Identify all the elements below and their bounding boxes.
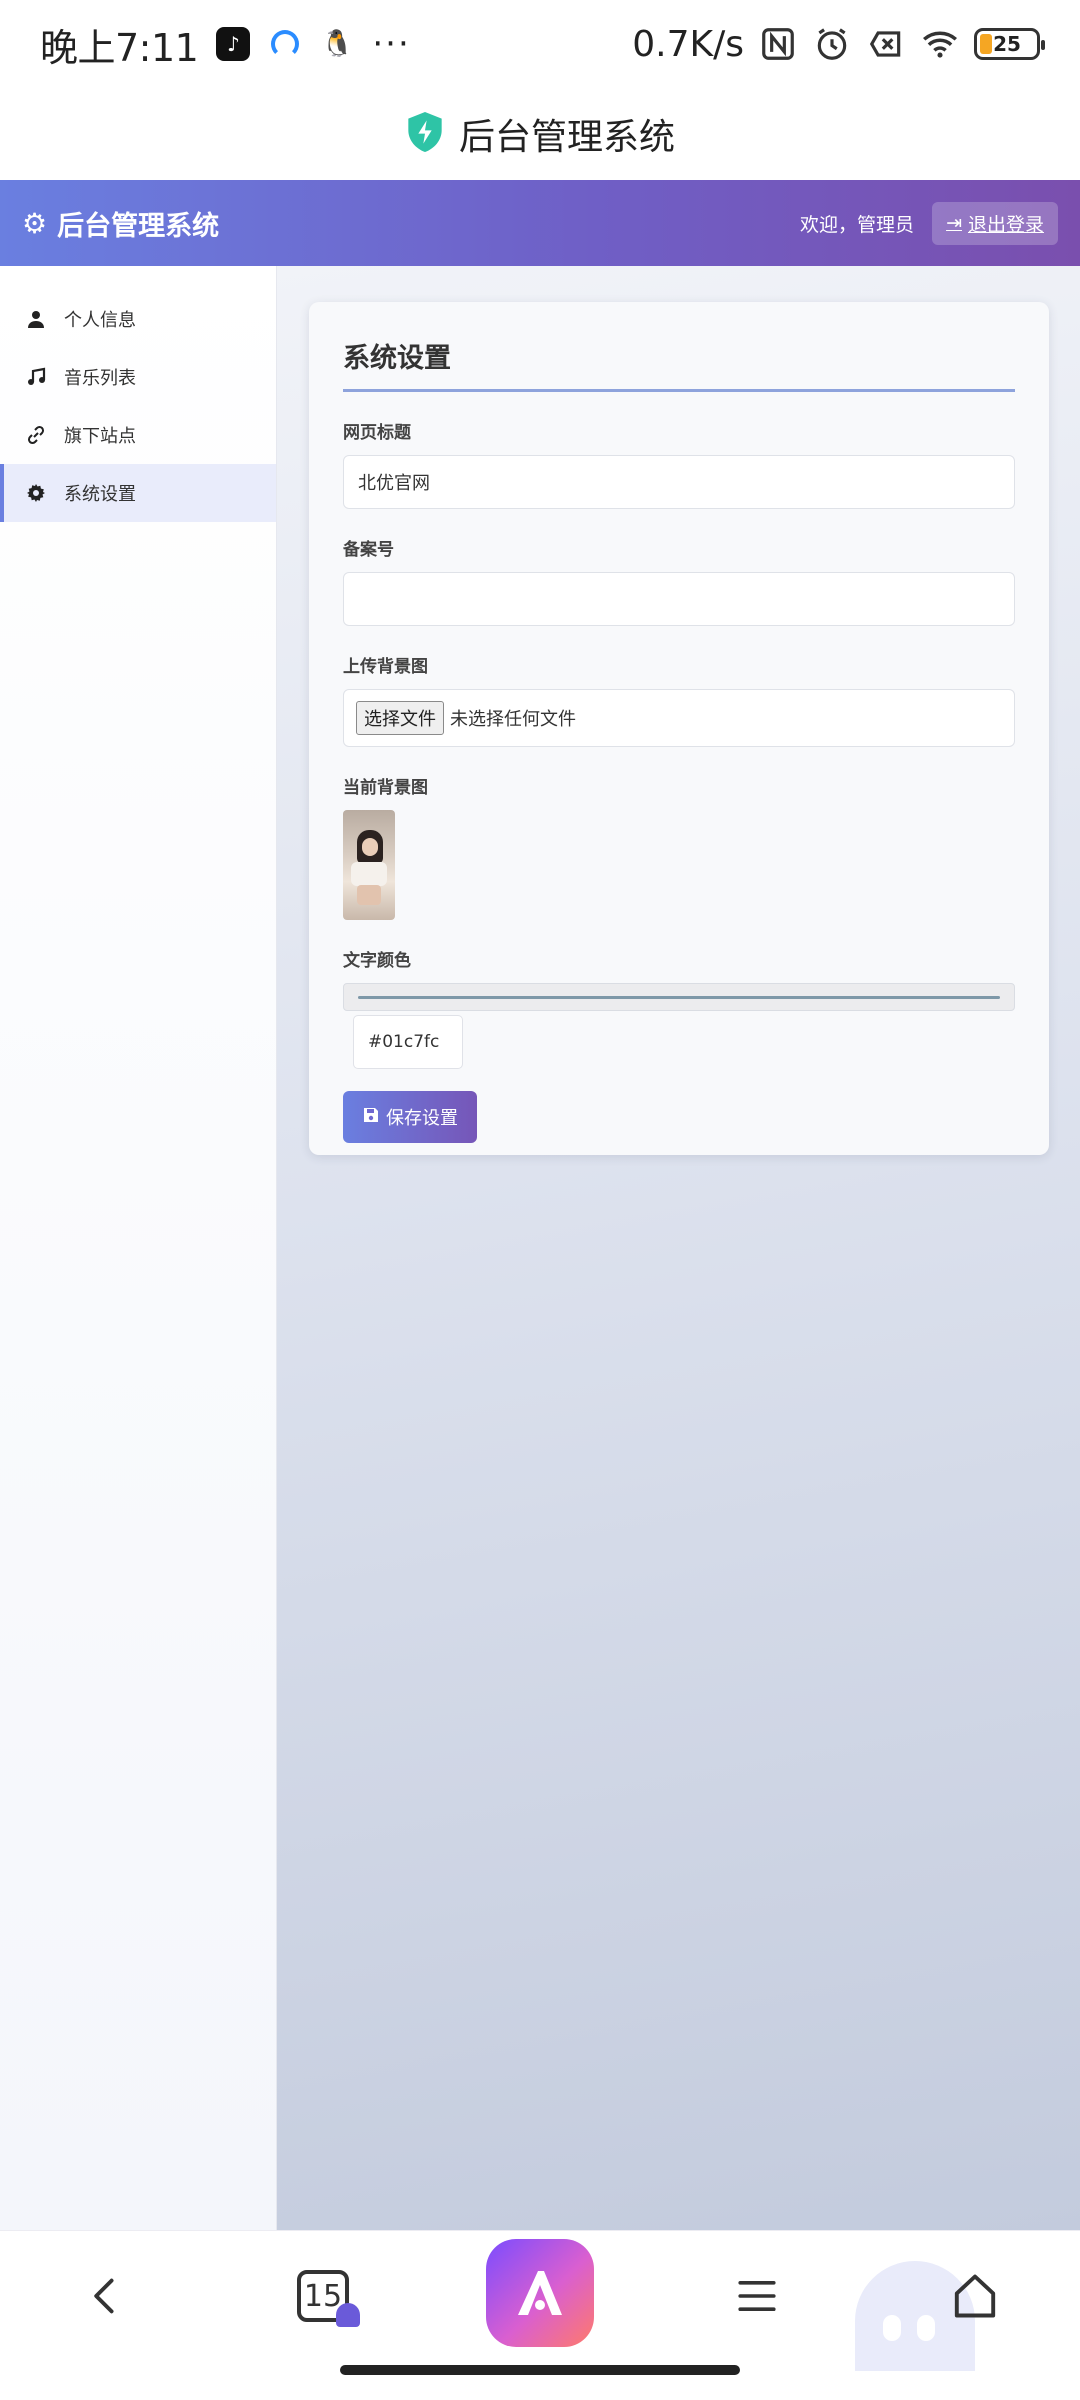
tiktok-icon: ♪ [216,27,251,61]
save-settings-button[interactable]: 保存设置 [343,1091,477,1143]
back-button[interactable] [70,2261,140,2331]
sidebar: 个人信息 音乐列表 旗下站点 系统设置 [0,266,277,2230]
app-logo-icon [518,2271,562,2315]
page-title-input[interactable]: 北优官网 [343,455,1015,509]
battery-icon: 25 [974,28,1045,60]
page-title: 后台管理系统 [458,117,675,158]
sidebar-item-profile[interactable]: 个人信息 [0,290,276,348]
save-icon [362,1106,380,1129]
chevron-left-icon [94,2278,114,2314]
network-speed: 0.7K/s [632,23,744,65]
brand: ⚙ 后台管理系统 [22,204,219,243]
shield-icon [405,110,445,158]
more-notifications-icon: ··· [372,24,411,64]
logout-button[interactable]: ⇥ 退出登录 [932,201,1058,245]
page-title-label: 网页标题 [343,423,411,443]
nfc-icon [758,24,798,64]
music-icon [26,367,46,387]
browser-notification-icon [268,27,302,61]
brand-title: 后台管理系统 [57,210,220,242]
save-label: 保存设置 [386,1108,458,1129]
link-icon [26,425,46,445]
file-upload: 选择文件 未选择任何文件 [343,689,1015,747]
color-swatch-line [358,995,1000,999]
home-indicator [340,2365,740,2375]
upload-bg-label: 上传背景图 [343,657,428,677]
sidebar-item-settings[interactable]: 系统设置 [0,464,276,522]
tabs-button[interactable]: 15 [290,2263,360,2329]
status-time: 晚上7:11 [40,25,199,70]
settings-card: 系统设置 网页标题 北优官网 备案号 上传背景图 选择文件 未选择任何文件 当前… [309,302,1049,1155]
home-button[interactable] [940,2261,1010,2331]
welcome-text: 欢迎，管理员 [800,213,915,236]
battery-level: 25 [993,32,1021,56]
sidebar-item-sites[interactable]: 旗下站点 [0,406,276,464]
user-icon [26,309,46,329]
sidebar-item-label: 音乐列表 [64,368,136,389]
color-hex-input[interactable]: #01c7fc [353,1015,463,1069]
cogs-icon: ⚙ [22,206,48,240]
qq-icon: 🐧 [320,27,355,61]
gear-icon [26,483,46,503]
sidebar-item-label: 个人信息 [64,310,136,331]
home-icon [954,2274,996,2318]
current-background-image [343,810,395,920]
settings-title: 系统设置 [343,336,1015,392]
color-picker[interactable] [343,983,1015,1011]
icp-input[interactable] [343,572,1015,626]
status-bar: 晚上7:11 ♪ 🐧 ··· 0.7K/s 25 [0,0,1080,88]
wifi-icon [920,24,960,64]
logout-label: 退出登录 [967,213,1044,236]
hamburger-icon [738,2281,776,2311]
sign-out-icon: ⇥ [946,212,962,234]
file-status: 未选择任何文件 [450,709,576,730]
browser-title-bar: 后台管理系统 [0,88,1080,180]
choose-file-button[interactable]: 选择文件 [356,701,444,735]
text-color-label: 文字颜色 [343,951,411,971]
sidebar-item-label: 系统设置 [64,484,136,505]
no-sim-icon [866,24,906,64]
sidebar-item-label: 旗下站点 [64,426,136,447]
alarm-icon [812,24,852,64]
icp-label: 备案号 [343,540,394,560]
menu-button[interactable] [722,2261,792,2331]
current-bg-label: 当前背景图 [343,778,428,798]
main-content: 系统设置 网页标题 北优官网 备案号 上传背景图 选择文件 未选择任何文件 当前… [277,266,1080,2230]
incognito-ghost-icon [336,2303,360,2327]
app-header: ⚙ 后台管理系统 欢迎，管理员 ⇥ 退出登录 [0,180,1080,266]
sidebar-item-music[interactable]: 音乐列表 [0,348,276,406]
home-assistant-button[interactable] [486,2239,594,2347]
